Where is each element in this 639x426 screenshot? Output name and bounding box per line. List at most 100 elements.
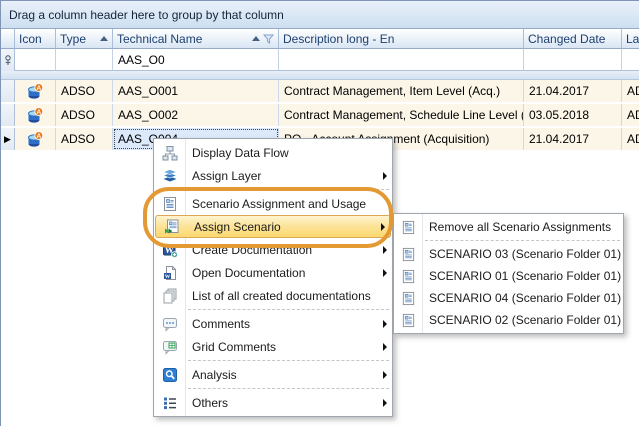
column-header-type[interactable]: Type [56, 29, 113, 49]
menu-item-list-of-all-created-documentations[interactable]: List of all created documentations [154, 284, 392, 307]
column-label: La [626, 32, 639, 46]
grid-comment-icon [154, 339, 185, 355]
cell-description[interactable]: Contract Management, Schedule Line Level… [279, 104, 524, 126]
svg-text:A: A [36, 109, 41, 116]
cell-icon[interactable]: A [15, 80, 56, 102]
menu-item-label: SCENARIO 02 (Scenario Folder 01) [422, 313, 623, 327]
cell-technical-name[interactable]: AAS_O002 [113, 104, 279, 126]
filter-cell-technical-name[interactable]: AAS_O0 [113, 49, 279, 71]
assign-scenario-icon [156, 219, 187, 235]
layers-icon [154, 168, 185, 184]
word-create-icon: W [154, 242, 185, 258]
submenu-arrow-icon [378, 269, 392, 277]
menu-item-label: SCENARIO 04 (Scenario Folder 01) [422, 291, 623, 305]
menu-item-comments[interactable]: Comments [154, 312, 392, 335]
column-header-technical-name[interactable]: Technical Name [113, 29, 279, 49]
submenu-arrow-icon [378, 399, 392, 407]
column-header-last[interactable]: La [622, 29, 639, 49]
filter-cell-changed-date[interactable] [524, 49, 622, 71]
menu-item-label: SCENARIO 03 (Scenario Folder 01) [422, 247, 623, 261]
context-menu: Display Data Flow Assign Layer [153, 138, 393, 417]
sort-ascending-icon [252, 36, 260, 41]
scenario-document-icon [394, 220, 422, 235]
menu-item-others[interactable]: Others [154, 391, 392, 414]
fixed-row-separator [1, 71, 639, 80]
cell-type[interactable]: ADSO [56, 80, 113, 102]
cell-last[interactable]: AD [622, 128, 639, 150]
menu-item-label: Assign Layer [185, 169, 378, 183]
row-indicator-header [1, 29, 15, 49]
scenario-document-icon [394, 269, 422, 284]
cell-icon[interactable]: A [15, 128, 56, 150]
comment-bubble-icon [154, 316, 185, 332]
menu-item-label: Create Documentation [185, 243, 378, 257]
row-indicator [1, 104, 15, 126]
menu-item-label: Comments [185, 317, 378, 331]
svg-text:A: A [36, 133, 41, 140]
menu-item-label: Assign Scenario [187, 220, 376, 234]
submenu-item-scenario-03[interactable]: SCENARIO 03 (Scenario Folder 01) [394, 243, 623, 265]
menu-item-grid-comments[interactable]: Grid Comments [154, 335, 392, 358]
column-label: Changed Date [528, 32, 605, 46]
menu-item-label: Remove all Scenario Assignments [422, 220, 623, 234]
scenario-document-icon [154, 196, 185, 212]
cell-technical-name[interactable]: AAS_O001 [113, 80, 279, 102]
submenu-item-scenario-04[interactable]: SCENARIO 04 (Scenario Folder 01) [394, 287, 623, 309]
menu-item-label: SCENARIO 01 (Scenario Folder 01) [422, 269, 623, 283]
filter-cell-icon[interactable] [15, 49, 56, 71]
submenu-arrow-icon [376, 223, 390, 231]
column-label: Type [60, 32, 86, 46]
filter-pin-icon [3, 54, 13, 66]
menu-item-assign-layer[interactable]: Assign Layer [154, 164, 392, 187]
cell-type[interactable]: ADSO [56, 104, 113, 126]
cell-changed-date[interactable]: 21.04.2017 [524, 80, 622, 102]
cell-changed-date[interactable]: 21.04.2017 [524, 128, 622, 150]
column-header-description[interactable]: Description long - En [279, 29, 524, 49]
submenu-arrow-icon [378, 343, 392, 351]
cell-description[interactable]: Contract Management, Item Level (Acq.) [279, 80, 524, 102]
scenario-document-icon [394, 313, 422, 328]
submenu-item-remove-all-scenario-assignments[interactable]: Remove all Scenario Assignments [394, 216, 623, 238]
scenario-document-icon [394, 291, 422, 306]
filter-funnel-icon[interactable] [263, 34, 274, 44]
row-indicator-current: ▶ [1, 128, 15, 150]
menu-item-analysis[interactable]: Analysis [154, 363, 392, 386]
cell-icon[interactable]: A [15, 104, 56, 126]
svg-text:W: W [164, 274, 170, 280]
cell-last[interactable]: AD [622, 104, 639, 126]
group-by-panel[interactable]: Drag a column header here to group by th… [1, 1, 639, 29]
current-row-arrow-icon: ▶ [4, 135, 11, 144]
table-row[interactable]: A ADSO AAS_O002 Contract Management, Sch… [1, 104, 639, 128]
filter-cell-last[interactable] [622, 49, 639, 71]
sort-ascending-icon [100, 36, 108, 41]
menu-item-label: Display Data Flow [185, 146, 392, 160]
menu-item-scenario-assignment-and-usage[interactable]: Scenario Assignment and Usage [154, 192, 392, 215]
submenu-item-scenario-01[interactable]: SCENARIO 01 (Scenario Folder 01) [394, 265, 623, 287]
submenu-item-scenario-02[interactable]: SCENARIO 02 (Scenario Folder 01) [394, 309, 623, 331]
cell-changed-date[interactable]: 03.05.2018 [524, 104, 622, 126]
cell-type[interactable]: ADSO [56, 128, 113, 150]
filter-row: AAS_O0 [1, 49, 639, 71]
filter-cell-description[interactable] [279, 49, 524, 71]
menu-item-create-documentation[interactable]: W Create Documentation [154, 238, 392, 261]
submenu-arrow-icon [378, 172, 392, 180]
column-header-changed-date[interactable]: Changed Date [524, 29, 622, 49]
data-grid-window: Drag a column header here to group by th… [0, 0, 639, 426]
table-row[interactable]: A ADSO AAS_O001 Contract Management, Ite… [1, 80, 639, 104]
menu-item-display-data-flow[interactable]: Display Data Flow [154, 141, 392, 164]
menu-item-assign-scenario[interactable]: Assign Scenario [155, 215, 391, 238]
adso-object-icon: A [26, 83, 44, 100]
menu-item-open-documentation[interactable]: W Open Documentation [154, 261, 392, 284]
filter-row-indicator [1, 49, 15, 71]
menu-item-label: Analysis [185, 368, 378, 382]
copy-pages-icon [154, 288, 185, 304]
cell-last[interactable]: AD [622, 80, 639, 102]
filter-cell-type[interactable] [56, 49, 113, 71]
list-icon [154, 395, 185, 411]
menu-item-label: Others [185, 396, 378, 410]
column-header-icon[interactable]: Icon [15, 29, 56, 49]
column-label: Technical Name [117, 32, 202, 46]
scenario-document-icon [394, 247, 422, 262]
adso-object-icon: A [26, 131, 44, 148]
svg-text:A: A [36, 85, 41, 92]
